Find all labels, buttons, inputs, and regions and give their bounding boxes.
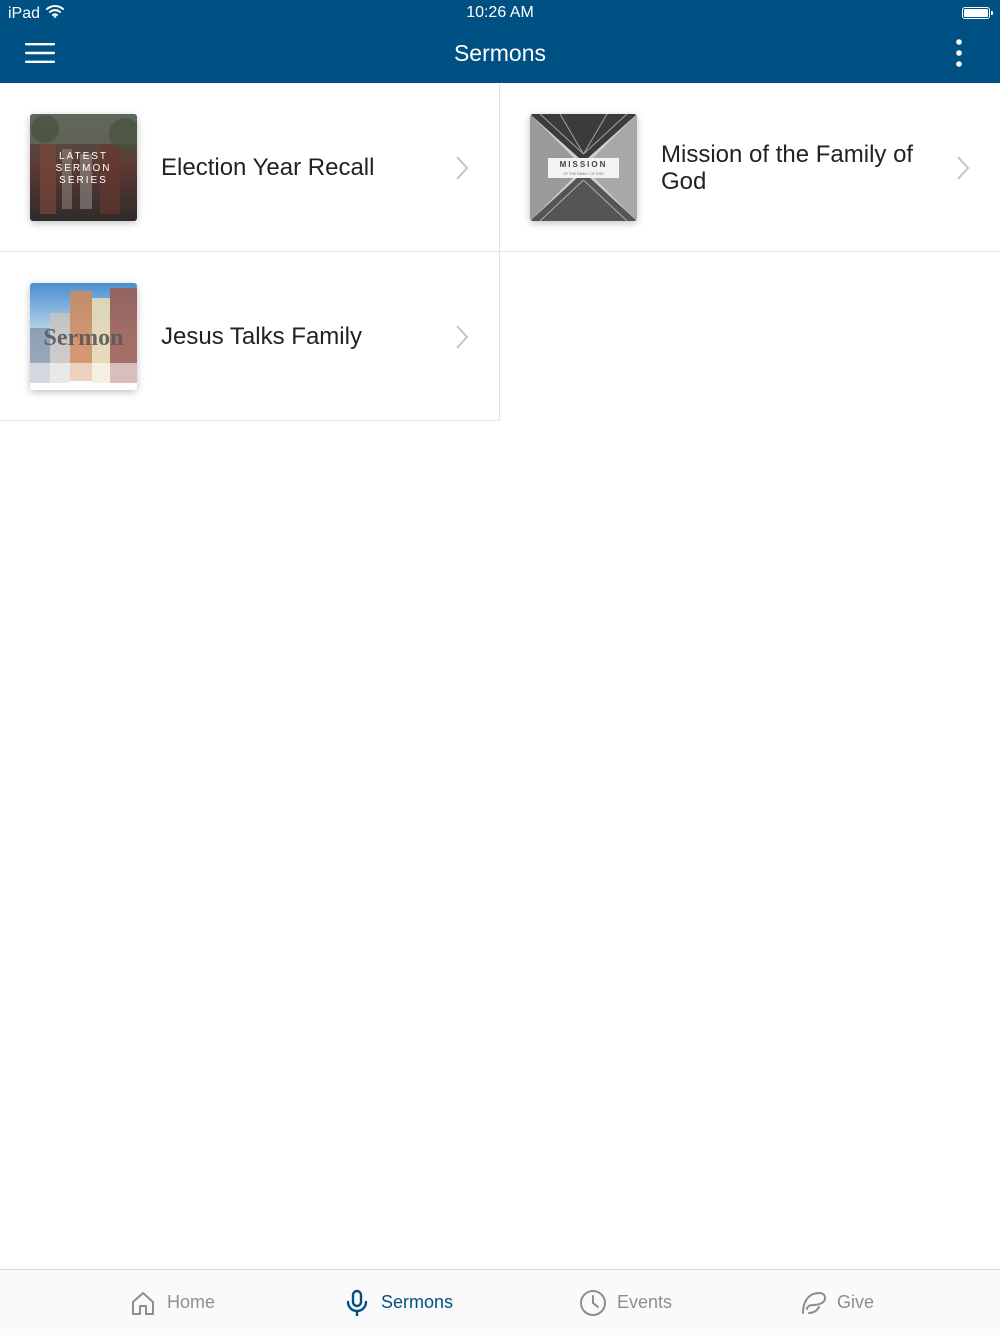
status-bar: iPad 10:26 AM	[0, 0, 1000, 28]
tab-home[interactable]: Home	[129, 1270, 215, 1335]
sermon-title: Election Year Recall	[161, 154, 375, 181]
vertical-dots-icon	[956, 38, 962, 72]
clock-icon	[579, 1289, 607, 1317]
status-time: 10:26 AM	[466, 4, 534, 21]
thumbnail-text-line: SERMON	[56, 163, 112, 174]
tab-label: Give	[837, 1292, 875, 1312]
navigation-bar: Sermons	[0, 28, 1000, 83]
microphone-icon	[343, 1289, 371, 1317]
tab-bar: Home Sermons Events Give	[0, 1269, 1000, 1335]
page-title: Sermons	[453, 40, 547, 66]
give-icon	[799, 1289, 827, 1317]
tab-events[interactable]: Events	[579, 1270, 672, 1335]
sermon-card-mission-of-the-family-of-god[interactable]: MISSION OF THE FAMILY OF GOD Mission of …	[500, 83, 1000, 252]
top-bar: iPad 10:26 AM Sermons	[0, 0, 1000, 83]
thumbnail-text-line: LATEST	[59, 151, 108, 162]
thumbnail-text-line: SERIES	[59, 175, 108, 186]
battery-icon	[962, 7, 993, 19]
sermon-thumbnail: MISSION OF THE FAMILY OF GOD	[530, 114, 637, 221]
sermon-title: Mission of the Family of God	[661, 140, 914, 195]
more-options-button[interactable]	[946, 38, 972, 72]
thumbnail-text-line: MISSION	[560, 160, 608, 169]
sermon-thumbnail: Sermon	[30, 283, 137, 390]
tab-label: Sermons	[381, 1292, 454, 1312]
tab-give[interactable]: Give	[799, 1270, 874, 1335]
sermon-card-election-year-recall[interactable]: LATEST SERMON SERIES Election Year Recal…	[0, 83, 500, 252]
chevron-right-icon	[956, 155, 970, 181]
sermon-title: Jesus Talks Family	[161, 323, 362, 350]
sermon-card-jesus-talks-family[interactable]: Sermon Jesus Talks Family	[0, 252, 500, 421]
chevron-right-icon	[455, 155, 469, 181]
thumbnail-text-line: OF THE FAMILY OF GOD	[563, 172, 604, 176]
tab-label: Events	[617, 1292, 673, 1312]
home-icon	[129, 1289, 157, 1317]
sermon-thumbnail: LATEST SERMON SERIES	[30, 114, 137, 221]
thumbnail-text-line: Sermon	[44, 325, 124, 351]
tab-label: Home	[167, 1292, 216, 1312]
chevron-right-icon	[455, 324, 469, 350]
tab-sermons[interactable]: Sermons	[343, 1270, 453, 1335]
